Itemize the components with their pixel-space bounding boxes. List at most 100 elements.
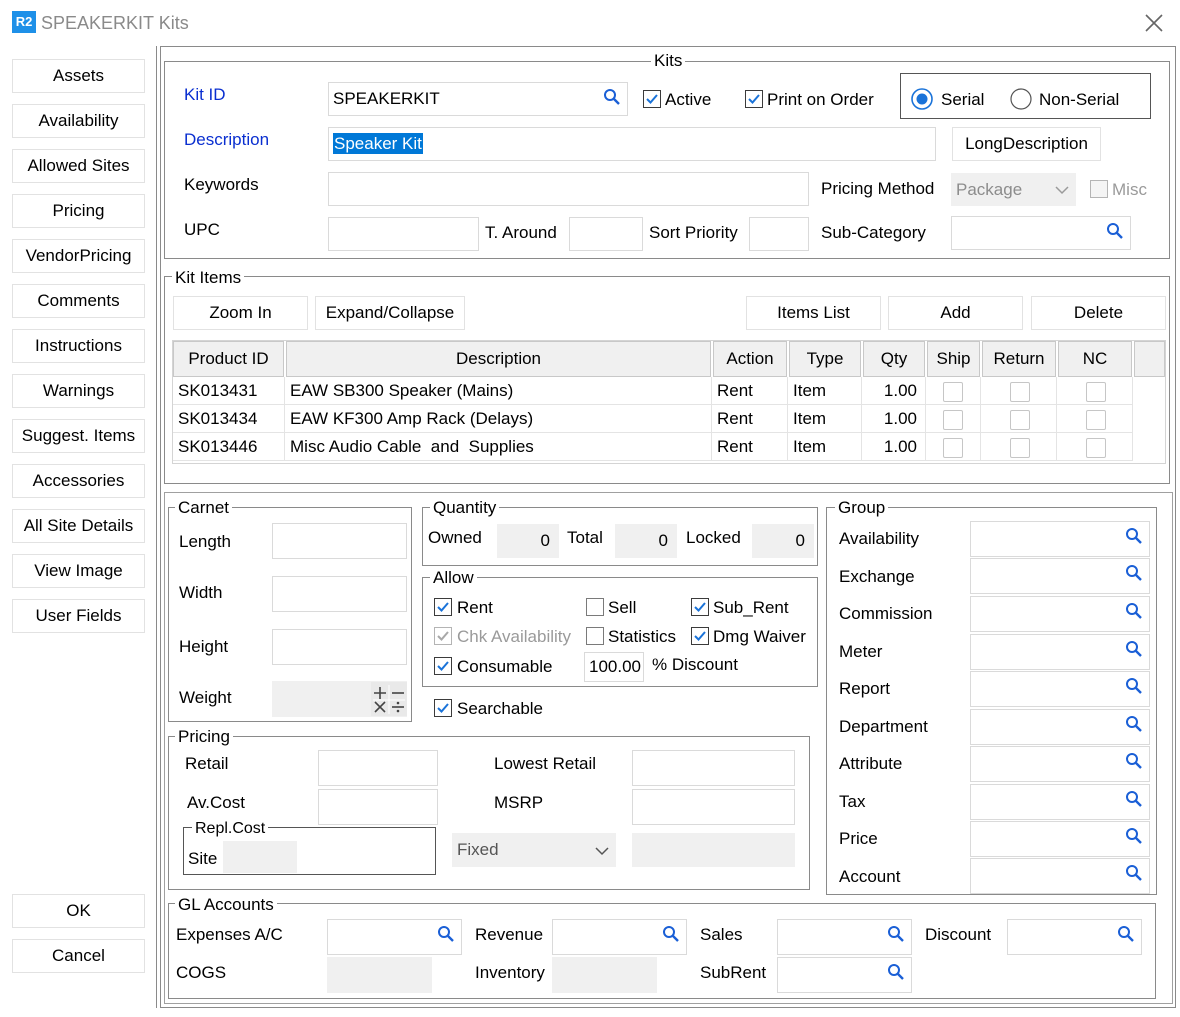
- nc-checkbox[interactable]: [1086, 438, 1106, 458]
- group-account-input[interactable]: [970, 858, 1150, 894]
- search-icon[interactable]: [1125, 827, 1143, 845]
- group-commission-input[interactable]: [970, 596, 1150, 632]
- active-checkbox[interactable]: [643, 90, 661, 108]
- sidebar-item-assets[interactable]: Assets: [12, 59, 145, 93]
- lowest-retail-input[interactable]: [632, 750, 795, 786]
- subrent-input[interactable]: [777, 957, 912, 993]
- rent-checkbox[interactable]: [434, 598, 452, 616]
- revenue-input[interactable]: [552, 919, 687, 955]
- sort-priority-input[interactable]: [749, 217, 809, 251]
- search-icon[interactable]: [1125, 640, 1143, 658]
- search-icon[interactable]: [1125, 527, 1143, 545]
- keywords-input[interactable]: [328, 172, 809, 206]
- cancel-button[interactable]: Cancel: [12, 939, 145, 973]
- ship-checkbox[interactable]: [943, 410, 963, 430]
- sidebar-item-allowed-sites[interactable]: Allowed Sites: [12, 149, 145, 183]
- chk-availability-checkbox[interactable]: [434, 627, 452, 645]
- sidebar-item-warnings[interactable]: Warnings: [12, 374, 145, 408]
- discount-input[interactable]: [1007, 919, 1142, 955]
- consumable-checkbox[interactable]: [434, 657, 452, 675]
- expenses-input[interactable]: [327, 919, 462, 955]
- sidebar-item-vendor-pricing[interactable]: VendorPricing: [12, 239, 145, 273]
- discount-percent-input[interactable]: 100.00: [584, 652, 644, 682]
- long-description-button[interactable]: LongDescription: [952, 127, 1101, 161]
- misc-checkbox[interactable]: [1090, 180, 1108, 198]
- search-icon[interactable]: [887, 925, 905, 943]
- sidebar-item-accessories[interactable]: Accessories: [12, 464, 145, 498]
- return-checkbox[interactable]: [1010, 382, 1030, 402]
- sidebar-item-user-fields[interactable]: User Fields: [12, 599, 145, 633]
- sidebar-item-instructions[interactable]: Instructions: [12, 329, 145, 363]
- searchable-checkbox[interactable]: [434, 699, 452, 717]
- pricing-method-select[interactable]: Package: [951, 173, 1076, 206]
- return-checkbox[interactable]: [1010, 438, 1030, 458]
- ok-button[interactable]: OK: [12, 894, 145, 928]
- grid-header-description[interactable]: Description: [286, 341, 711, 377]
- sidebar-item-suggest-items[interactable]: Suggest. Items: [12, 419, 145, 453]
- grid-header-nc[interactable]: NC: [1058, 341, 1132, 377]
- sidebar-item-comments[interactable]: Comments: [12, 284, 145, 318]
- print-on-order-checkbox[interactable]: [745, 90, 763, 108]
- group-department-input[interactable]: [970, 709, 1150, 745]
- search-icon[interactable]: [1125, 715, 1143, 733]
- search-icon[interactable]: [1125, 602, 1143, 620]
- sell-checkbox[interactable]: [586, 598, 604, 616]
- grid-header-ship[interactable]: Ship: [927, 341, 980, 377]
- expand-collapse-button[interactable]: Expand/Collapse: [315, 296, 465, 330]
- group-availability-input[interactable]: [970, 521, 1150, 557]
- close-icon[interactable]: [1143, 12, 1165, 34]
- sidebar-item-view-image[interactable]: View Image: [12, 554, 145, 588]
- ship-checkbox[interactable]: [943, 438, 963, 458]
- search-icon[interactable]: [437, 925, 455, 943]
- grid-header-return[interactable]: Return: [982, 341, 1056, 377]
- serial-radio[interactable]: [911, 88, 933, 110]
- search-icon[interactable]: [1125, 564, 1143, 582]
- grid-header-action[interactable]: Action: [713, 341, 787, 377]
- calculator-icon[interactable]: [371, 682, 407, 716]
- search-icon[interactable]: [1106, 222, 1124, 240]
- turnaround-input[interactable]: [569, 217, 643, 251]
- upc-input[interactable]: [328, 217, 479, 251]
- group-tax-input[interactable]: [970, 784, 1150, 820]
- non-serial-radio[interactable]: [1010, 88, 1032, 110]
- search-icon[interactable]: [662, 925, 680, 943]
- add-button[interactable]: Add: [888, 296, 1023, 330]
- width-input[interactable]: [272, 576, 407, 612]
- sub-rent-checkbox[interactable]: [691, 598, 709, 616]
- group-exchange-input[interactable]: [970, 558, 1150, 594]
- sidebar-item-pricing[interactable]: Pricing: [12, 194, 145, 228]
- sub-category-input[interactable]: [951, 216, 1131, 250]
- group-report-input[interactable]: [970, 671, 1150, 707]
- msrp-input[interactable]: [632, 789, 795, 825]
- search-icon[interactable]: [1117, 925, 1135, 943]
- length-input[interactable]: [272, 523, 407, 559]
- statistics-checkbox[interactable]: [586, 627, 604, 645]
- grid-header-product-id[interactable]: Product ID: [173, 341, 284, 377]
- grid-header-qty[interactable]: Qty: [863, 341, 925, 377]
- search-icon[interactable]: [1125, 864, 1143, 882]
- sidebar-item-availability[interactable]: Availability: [12, 104, 145, 138]
- description-input[interactable]: Speaker Kit: [328, 127, 936, 161]
- items-list-button[interactable]: Items List: [746, 296, 881, 330]
- kit-id-input[interactable]: SPEAKERKIT: [328, 82, 628, 116]
- grid-header-type[interactable]: Type: [789, 341, 861, 377]
- ship-checkbox[interactable]: [943, 382, 963, 402]
- retail-input[interactable]: [318, 750, 438, 786]
- search-icon[interactable]: [1125, 752, 1143, 770]
- group-meter-input[interactable]: [970, 634, 1150, 670]
- group-price-input[interactable]: [970, 821, 1150, 857]
- dmg-waiver-checkbox[interactable]: [691, 627, 709, 645]
- search-icon[interactable]: [1125, 677, 1143, 695]
- zoom-in-button[interactable]: Zoom In: [173, 296, 308, 330]
- search-icon[interactable]: [603, 88, 621, 106]
- fixed-select[interactable]: Fixed: [452, 833, 616, 867]
- nc-checkbox[interactable]: [1086, 410, 1106, 430]
- group-attribute-input[interactable]: [970, 746, 1150, 782]
- cogs-input[interactable]: [327, 957, 432, 993]
- sales-input[interactable]: [777, 919, 912, 955]
- av-cost-input[interactable]: [318, 789, 438, 825]
- return-checkbox[interactable]: [1010, 410, 1030, 430]
- inventory-input[interactable]: [552, 957, 657, 993]
- sidebar-item-all-site-details[interactable]: All Site Details: [12, 509, 145, 543]
- nc-checkbox[interactable]: [1086, 382, 1106, 402]
